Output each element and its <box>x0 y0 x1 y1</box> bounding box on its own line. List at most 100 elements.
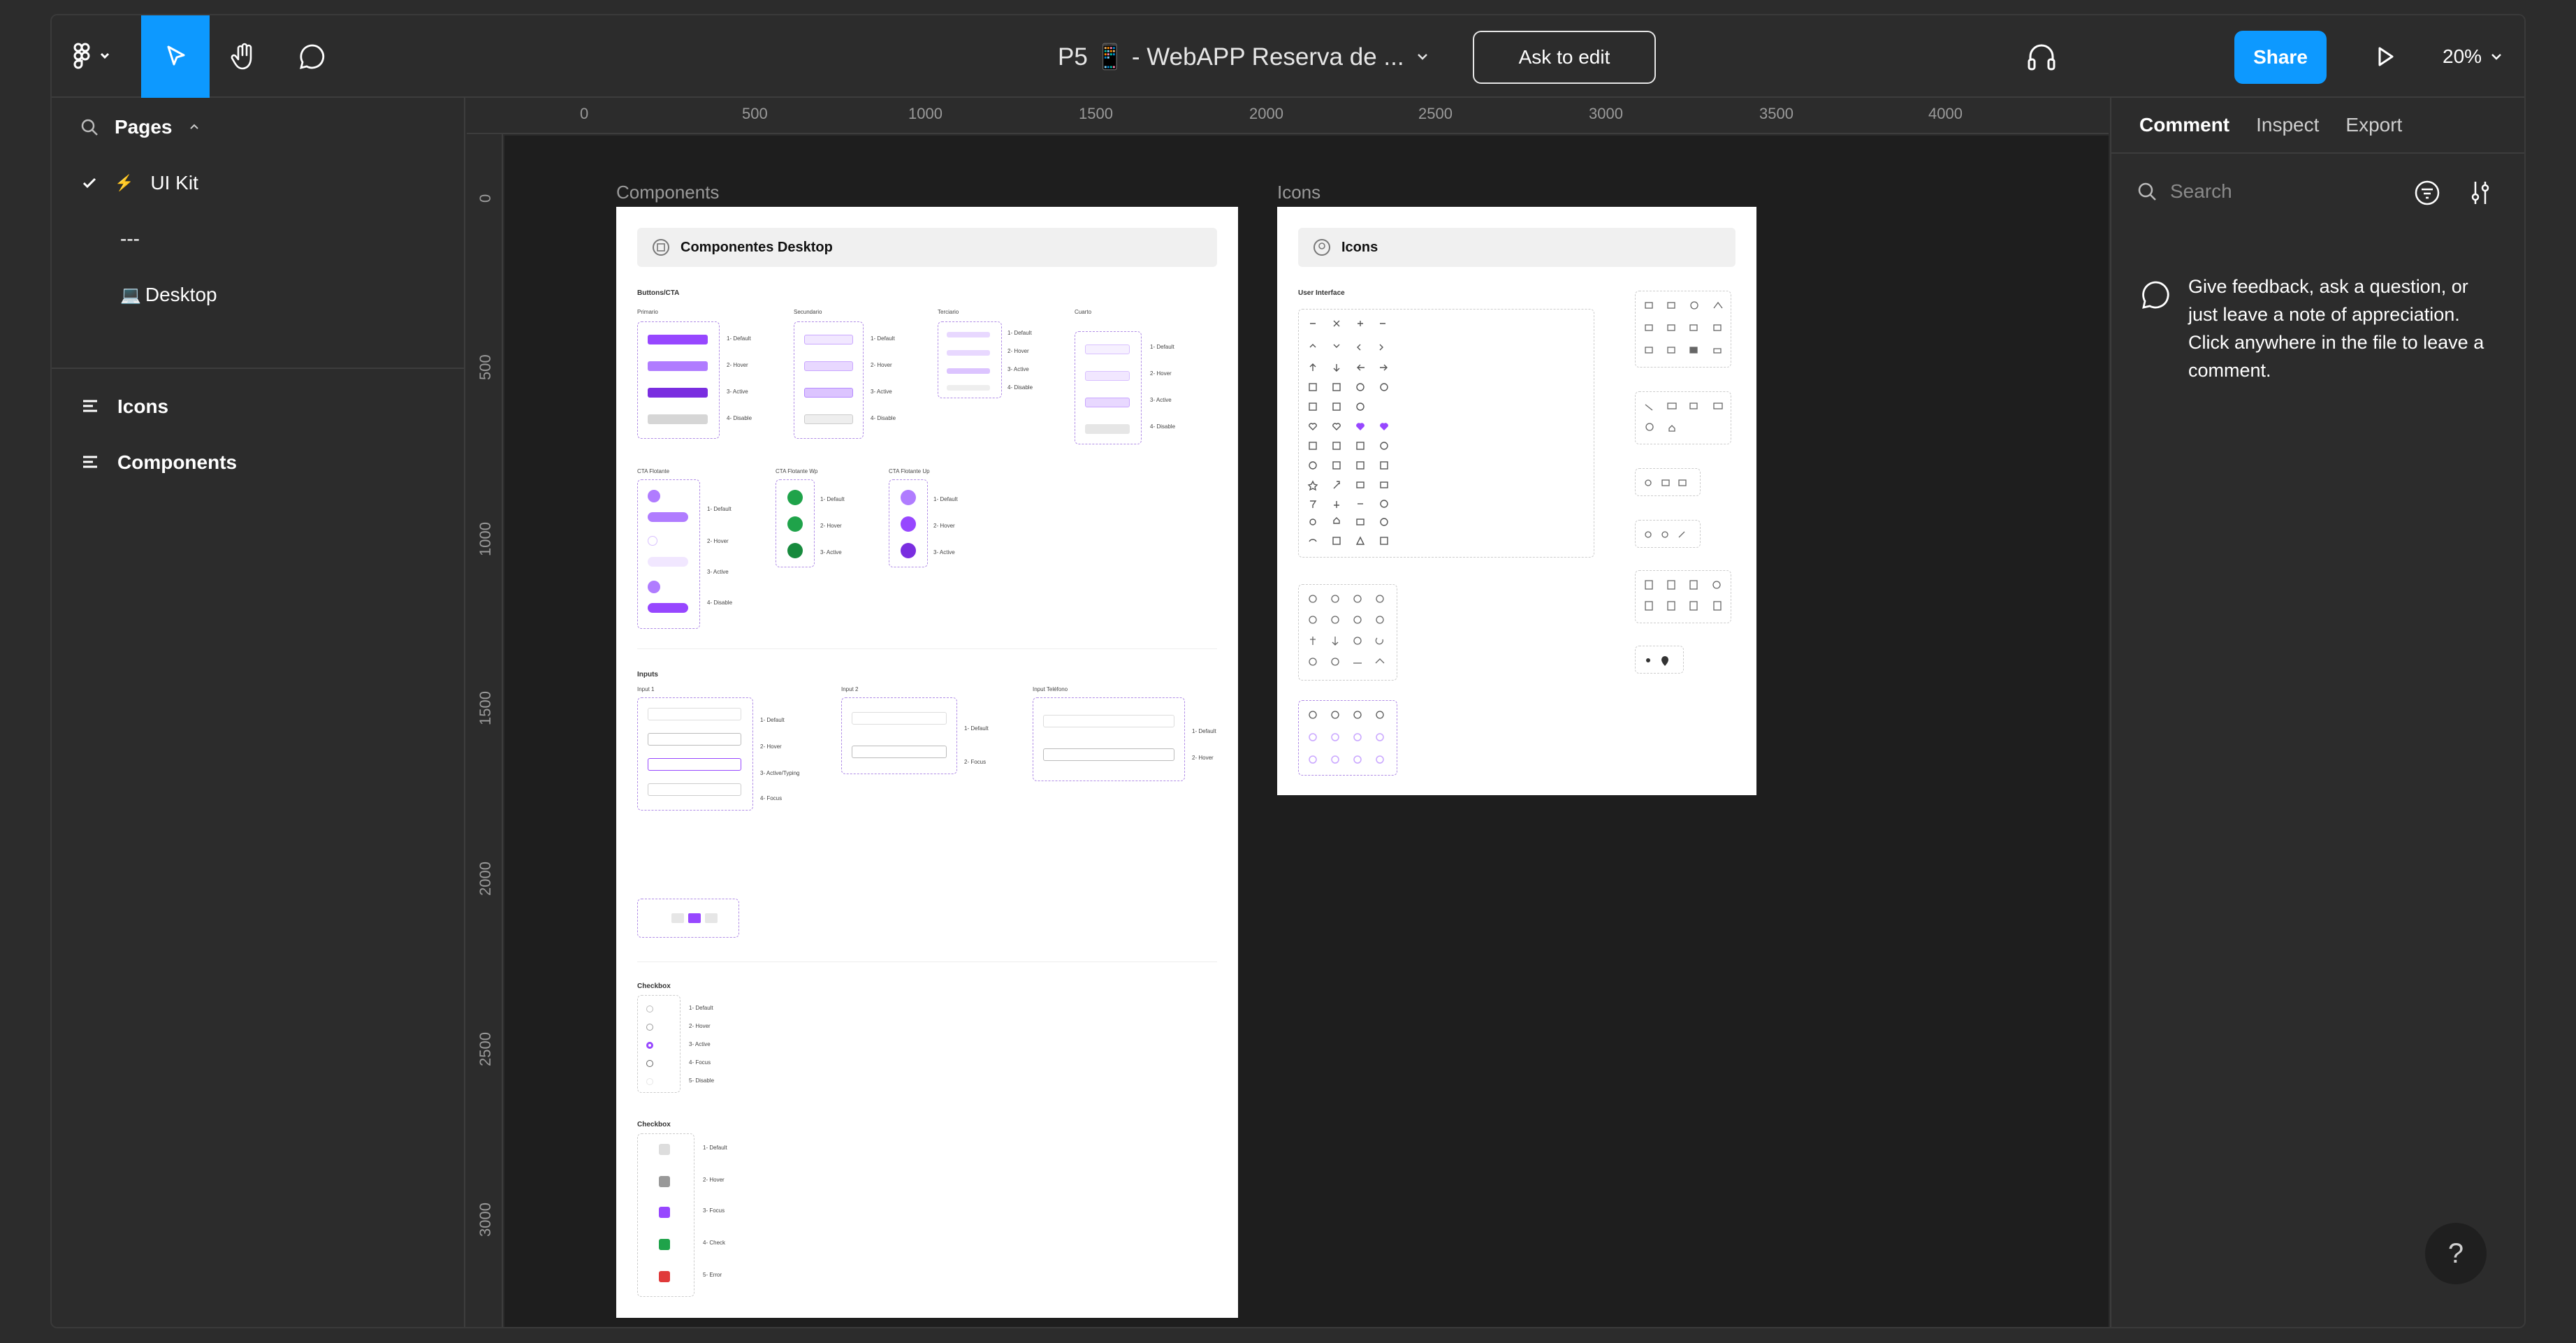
design-canvas[interactable]: Components Icons Componentes Desktop But… <box>504 136 2109 1327</box>
frame-label-icons[interactable]: Icons <box>1277 182 1320 203</box>
cta-floating-button[interactable] <box>648 490 660 502</box>
state-label: 2- Hover <box>871 362 892 368</box>
tertiary-button[interactable] <box>947 332 990 337</box>
radio-default[interactable] <box>646 1006 653 1012</box>
main-menu-button[interactable] <box>66 15 120 98</box>
page-button[interactable] <box>671 913 684 923</box>
secondary-button-active[interactable] <box>804 388 853 398</box>
filter-icon <box>2415 180 2440 205</box>
text-input-hover[interactable] <box>648 733 741 746</box>
comment-search[interactable]: Search <box>2137 168 2500 215</box>
whatsapp-icon[interactable] <box>787 516 803 532</box>
whatsapp-icon[interactable] <box>787 490 803 505</box>
checkbox-error[interactable] <box>659 1271 670 1282</box>
select-input-default[interactable] <box>852 712 947 725</box>
page-item-ui-kit[interactable]: ⚡ UI Kit <box>52 155 464 211</box>
move-tool-button[interactable] <box>141 15 210 98</box>
group-label: Input 2 <box>841 686 859 692</box>
arrow-up-icon[interactable] <box>901 490 916 505</box>
checkbox-default[interactable] <box>659 1144 670 1155</box>
tab-export[interactable]: Export <box>2345 114 2402 136</box>
state-label: 2- Hover <box>820 523 842 529</box>
text-input-focus[interactable] <box>648 783 741 796</box>
tertiary-button[interactable] <box>947 368 990 374</box>
text-input-default[interactable] <box>648 708 741 720</box>
state-label: 1- Default <box>871 335 895 342</box>
radio-hover[interactable] <box>646 1024 653 1031</box>
layer-item-icons[interactable]: Icons <box>52 379 464 435</box>
page-item-desktop[interactable]: 💻 Desktop <box>52 267 464 323</box>
icons-frame[interactable]: Icons User Interface <box>1277 207 1756 795</box>
checkbox-hover[interactable] <box>659 1176 670 1187</box>
checkbox2-group <box>637 1133 694 1297</box>
icons-grid-7 <box>1635 570 1731 623</box>
phone-input-hover[interactable] <box>1043 748 1174 761</box>
phone-input-default[interactable] <box>1043 715 1174 727</box>
pages-header[interactable]: Pages <box>52 99 464 155</box>
hand-tool-button[interactable] <box>210 15 278 98</box>
secondary-button-hover[interactable] <box>804 361 853 371</box>
group-label: CTA Flotante Up <box>889 468 930 474</box>
present-button[interactable] <box>2357 15 2413 98</box>
ruler-tick: 3500 <box>1759 105 1793 122</box>
state-label: 2- Focus <box>964 759 987 765</box>
frame-label-components[interactable]: Components <box>616 182 719 203</box>
ruler-tick: 4000 <box>1928 105 1963 122</box>
page-item-separator[interactable]: --- <box>52 211 464 267</box>
cta-floating-expanded[interactable] <box>648 512 688 522</box>
layer-item-components[interactable]: Components <box>52 435 464 491</box>
file-title[interactable]: P5 📱 - WebAPP Reserva de ... <box>1058 15 1431 98</box>
ruler-tick: 500 <box>476 354 494 380</box>
cta-floating-button[interactable] <box>648 581 660 593</box>
ask-to-edit-button[interactable]: Ask to edit <box>1473 31 1656 84</box>
components-frame[interactable]: Componentes Desktop Buttons/CTA Primario… <box>616 207 1238 1318</box>
contact-icon-set <box>1645 402 1723 432</box>
fourth-button[interactable] <box>1085 371 1130 381</box>
section-layer-icon <box>83 400 97 412</box>
filter-button[interactable] <box>2413 179 2441 210</box>
help-button[interactable]: ? <box>2425 1223 2487 1284</box>
primary-button-active[interactable] <box>648 388 708 398</box>
fourth-button[interactable] <box>1085 398 1130 407</box>
state-label: 3- Active <box>871 389 892 395</box>
audio-button[interactable] <box>2014 15 2069 98</box>
play-icon <box>2378 47 2394 66</box>
settings-button[interactable] <box>2466 179 2494 210</box>
cta-whatsapp-group <box>776 479 815 567</box>
icons-grid-5 <box>1635 468 1701 496</box>
cta-floating-expanded[interactable] <box>648 603 688 613</box>
page-button[interactable] <box>705 913 718 923</box>
tertiary-button[interactable] <box>947 385 990 391</box>
ruler-tick: 1500 <box>476 691 494 725</box>
primary-button-disabled[interactable] <box>648 414 708 424</box>
ruler-tick: 500 <box>742 105 768 122</box>
state-label: 2- Hover <box>707 538 729 544</box>
text-input-active[interactable] <box>648 758 741 771</box>
arrow-up-icon[interactable] <box>901 516 916 532</box>
comment-tool-button[interactable] <box>278 15 347 98</box>
radio-focus[interactable] <box>646 1060 653 1067</box>
checkbox-checked[interactable] <box>659 1239 670 1250</box>
tab-comment[interactable]: Comment <box>2139 114 2229 136</box>
cta-floating-expanded[interactable] <box>648 557 688 567</box>
page-button-active[interactable] <box>688 913 701 923</box>
arrow-up-icon[interactable] <box>901 543 916 558</box>
primary-button-default[interactable] <box>648 335 708 344</box>
fourth-button[interactable] <box>1085 344 1130 354</box>
select-input-focus[interactable] <box>852 746 947 758</box>
share-button[interactable]: Share <box>2234 31 2327 84</box>
tab-inspect[interactable]: Inspect <box>2256 114 2319 136</box>
section-title: Buttons/CTA <box>637 289 680 297</box>
whatsapp-icon[interactable] <box>787 543 803 558</box>
fourth-button[interactable] <box>1085 424 1130 434</box>
primary-button-hover[interactable] <box>648 361 708 371</box>
state-label: 1- Default <box>820 496 845 502</box>
zoom-dropdown[interactable]: 20% <box>2443 15 2504 98</box>
tertiary-button[interactable] <box>947 350 990 356</box>
secondary-button-default[interactable] <box>804 335 853 344</box>
checkbox-focus[interactable] <box>659 1207 670 1218</box>
secondary-button-disabled[interactable] <box>804 414 853 424</box>
radio-active[interactable] <box>646 1042 653 1049</box>
radio-disabled[interactable] <box>646 1078 653 1085</box>
cta-floating-button[interactable] <box>648 536 657 546</box>
